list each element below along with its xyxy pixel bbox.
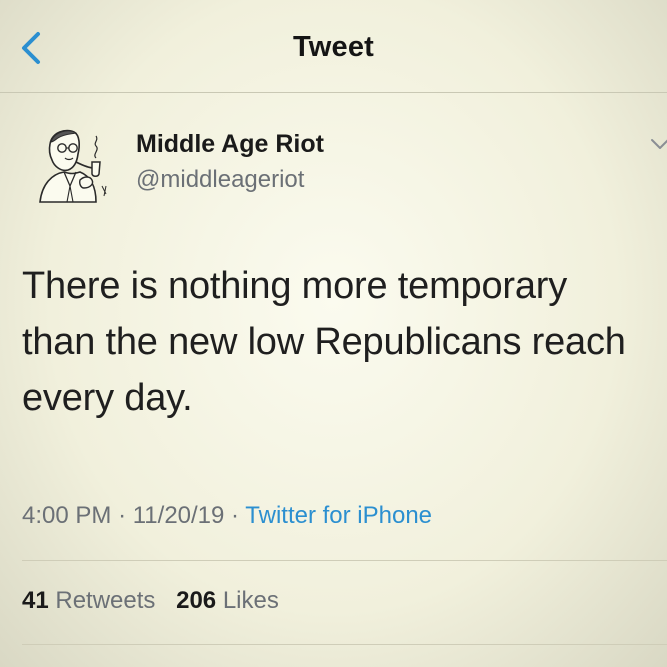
tweet-text-line: every day. [22, 377, 193, 419]
tweet-date: 11/20/19 [132, 502, 225, 529]
retweets-label: Retweets [55, 587, 156, 614]
navigation-bar: Tweet [0, 0, 667, 93]
chevron-down-icon[interactable] [649, 136, 667, 152]
tweet-text-line: than the new low Republicans reach [22, 321, 626, 363]
likes-count: 206 [176, 587, 217, 614]
separator-dot: · [118, 502, 127, 529]
tweet-metadata: 4:00 PM · 11/20/19 · Twitter for iPhone [22, 502, 432, 530]
tweet-source-link[interactable]: Twitter for iPhone [245, 502, 432, 529]
likes-stat[interactable]: 206 Likes [176, 587, 279, 614]
divider [22, 560, 667, 561]
tweet-author: Middle Age Riot @middleageriot [34, 120, 667, 210]
divider [22, 644, 667, 645]
avatar[interactable] [34, 122, 118, 206]
separator-dot: · [231, 502, 240, 529]
page-title: Tweet [292, 31, 375, 63]
pipe-smoking-man-illustration [39, 129, 107, 203]
retweets-stat[interactable]: 41 Retweets [22, 587, 155, 614]
tweet-text: There is nothing more temporary than the… [22, 258, 662, 426]
tweet-text-line: There is nothing more temporary [22, 265, 568, 307]
author-name[interactable]: Middle Age Riot [136, 130, 324, 159]
likes-label: Likes [222, 587, 279, 614]
retweets-count: 41 [22, 587, 49, 614]
tweet-time: 4:00 PM [22, 502, 112, 529]
author-handle[interactable]: @middleageriot [136, 166, 304, 194]
tweet-stats: 41 Retweets 206 Likes [22, 587, 293, 615]
